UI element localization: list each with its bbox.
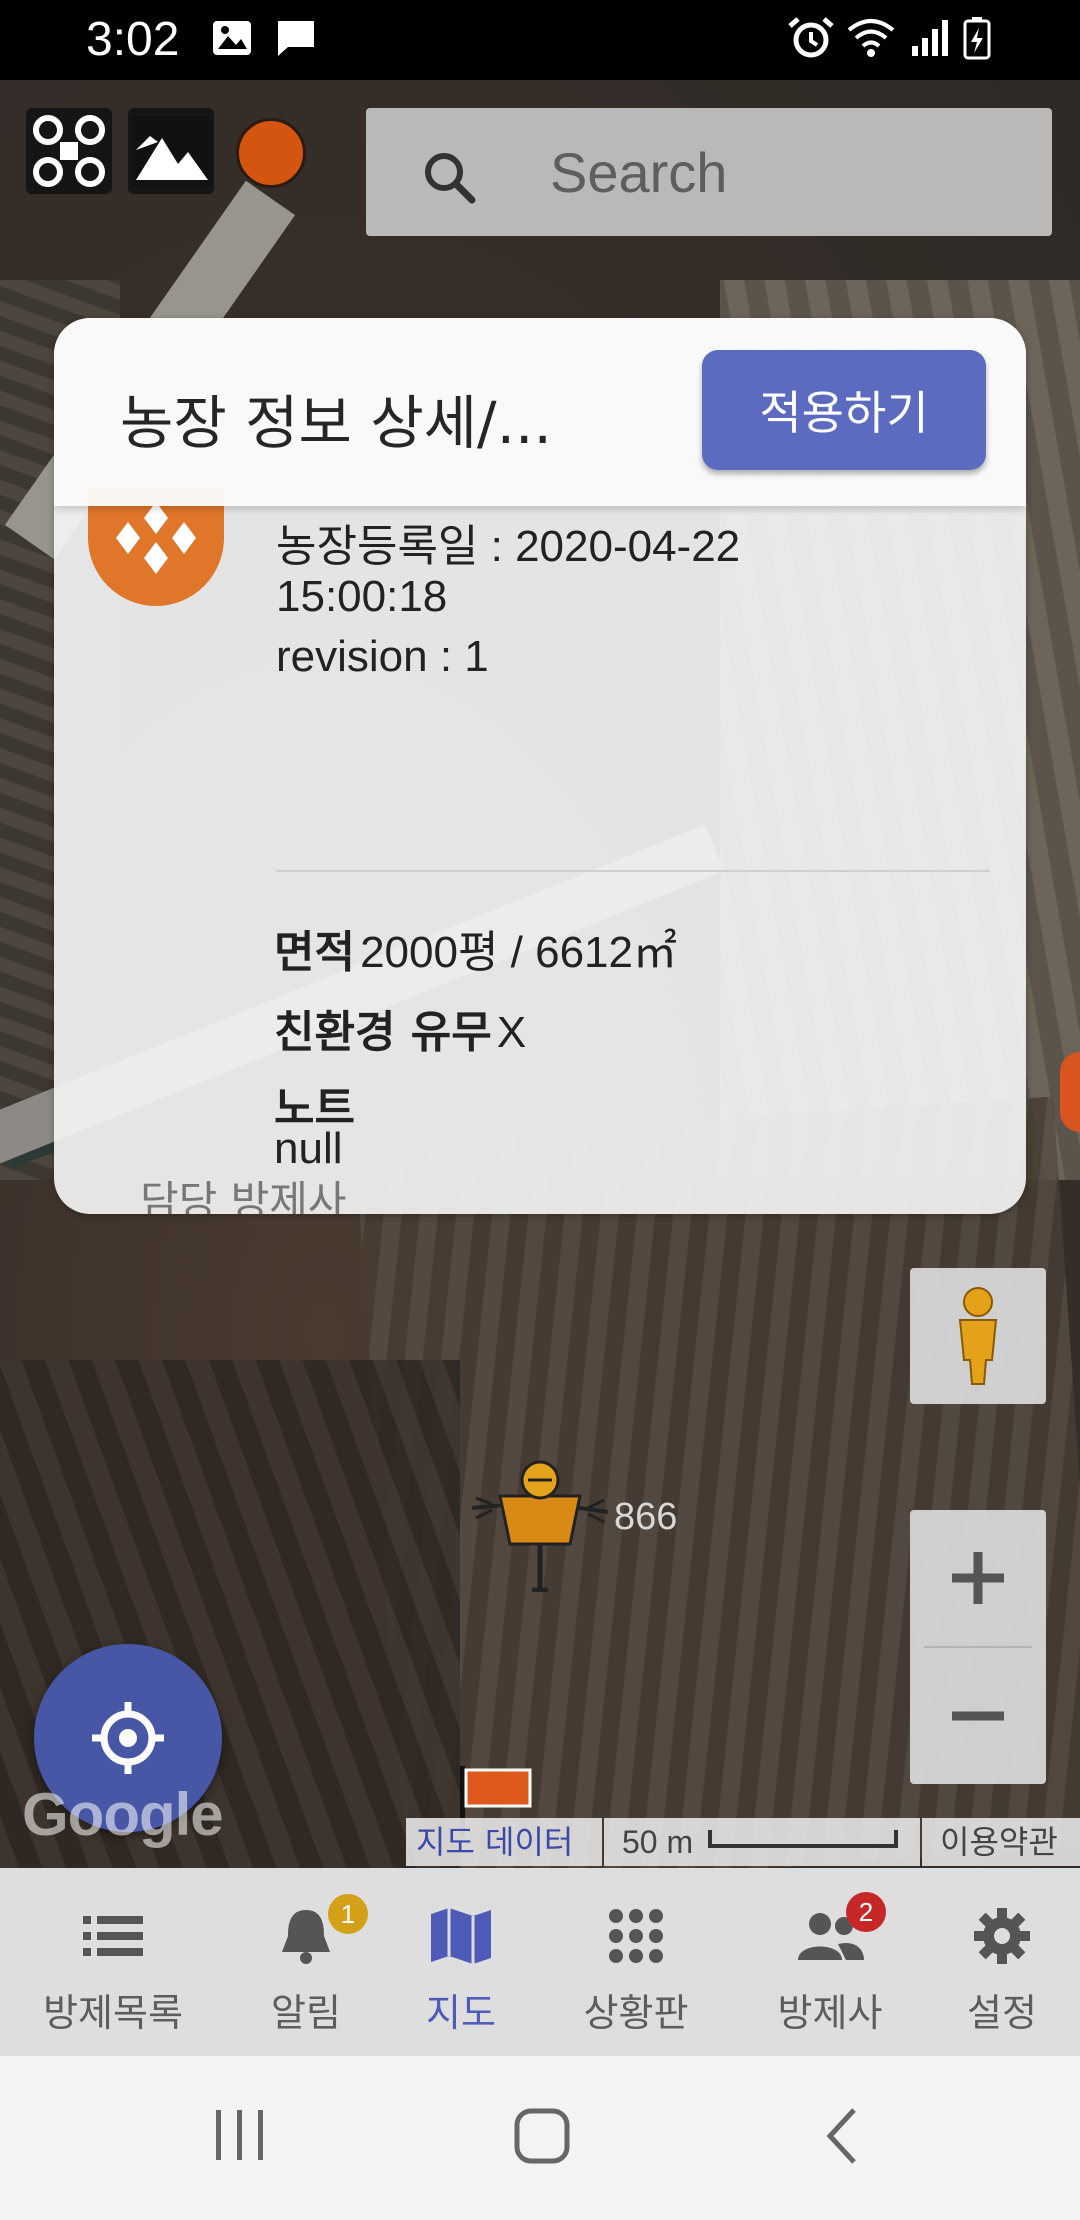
dialog-header: 농장 정보 상세/... 적용하기 <box>54 318 1026 506</box>
terrain-icon <box>132 116 210 186</box>
marker-label: 866 <box>614 1496 678 1538</box>
area-value: 2000평 / 6612㎡ <box>360 928 677 977</box>
back-icon[interactable] <box>822 2106 862 2166</box>
nav-item-alerts[interactable]: 1 알림 <box>226 1868 386 2056</box>
drone-icon <box>33 115 105 187</box>
map-marker-edge[interactable] <box>1060 1052 1080 1132</box>
zoom-controls <box>910 1510 1046 1784</box>
scale-bar-line <box>708 1830 898 1848</box>
image-notification-icon <box>213 21 251 55</box>
scale-bar: 50 m <box>604 1818 920 1866</box>
alerts-badge: 1 <box>328 1894 368 1934</box>
divider <box>276 870 990 872</box>
manager-label: 담당 방제사 <box>140 1177 347 1214</box>
grid-icon <box>609 1909 663 1963</box>
list-icon <box>83 1916 143 1956</box>
system-navigation-bar <box>0 2056 1080 2220</box>
signal-icon <box>912 20 948 56</box>
status-time: 3:02 <box>86 13 180 66</box>
minus-icon <box>952 1711 1004 1721</box>
revision-text: revision : 1 <box>276 632 489 681</box>
alarm-icon <box>788 17 834 58</box>
zoom-out-button[interactable] <box>910 1648 1046 1784</box>
area-label: 면적 <box>274 927 355 978</box>
eco-row: 친환경 유무 X <box>274 996 526 1060</box>
nav-label: 방제목록 <box>43 1991 183 2035</box>
record-button[interactable] <box>236 118 306 188</box>
drone-mode-button[interactable] <box>26 108 112 194</box>
gear-icon <box>974 1908 1030 1964</box>
message-notification-icon <box>278 21 314 56</box>
farm-detail-dialog: 농장 정보 상세/... 적용하기 농장등록일 : 2020-04-22 15:… <box>54 318 1026 1214</box>
nav-item-dashboard[interactable]: 상황판 <box>536 1868 736 2056</box>
nav-label: 방제사 <box>777 1991 883 2035</box>
nav-item-map[interactable]: 지도 <box>386 1868 536 2056</box>
nav-label: 지도 <box>426 1991 496 2035</box>
eco-label: 친환경 유무 <box>274 1007 492 1058</box>
status-bar: 3:02 <box>0 0 1080 80</box>
google-logo: Google <box>22 1781 224 1848</box>
dialog-body[interactable]: 농장등록일 : 2020-04-22 15:00:18 revision : 1… <box>54 468 1026 1214</box>
map-data-link[interactable]: 지도 데이터 <box>406 1818 602 1866</box>
street-view-button[interactable] <box>910 1268 1046 1404</box>
nav-label: 설정 <box>967 1991 1037 2035</box>
plus-icon <box>952 1552 1004 1604</box>
search-input[interactable] <box>550 130 1030 214</box>
area-row: 면적 2000평 / 6612㎡ <box>274 916 677 980</box>
note-value-row: null <box>274 1124 343 1174</box>
terms-link[interactable]: 이용약관 <box>922 1818 1080 1866</box>
pegman-icon <box>958 1287 998 1385</box>
note-value: null <box>274 1124 343 1173</box>
scarecrow-marker-icon[interactable] <box>470 1452 610 1592</box>
nav-item-control-list[interactable]: 방제목록 <box>0 1868 226 2056</box>
home-icon[interactable] <box>512 2106 572 2166</box>
search-icon <box>425 153 476 204</box>
apply-button[interactable]: 적용하기 <box>702 350 986 470</box>
nav-item-operators[interactable]: 2 방제사 <box>736 1868 924 2056</box>
recent-apps-icon[interactable] <box>210 2108 270 2162</box>
wifi-icon <box>847 19 895 57</box>
map-icon <box>431 1908 491 1964</box>
registered-date: 농장등록일 : 2020-04-22 <box>276 522 741 571</box>
eco-value: X <box>496 1008 527 1057</box>
nav-item-settings[interactable]: 설정 <box>924 1868 1080 2056</box>
terrain-mode-button[interactable] <box>128 108 214 194</box>
nav-label: 알림 <box>271 1991 341 2035</box>
nav-label: 상황판 <box>583 1991 689 2035</box>
battery-icon <box>963 17 991 60</box>
dialog-title: 농장 정보 상세/... <box>120 389 552 457</box>
scale-label: 50 m <box>622 1824 694 1860</box>
registered-time: 15:00:18 <box>276 572 448 621</box>
bottom-navigation: 방제목록 1 알림 지도 상황판 2 방제사 설정 <box>0 1868 1080 2056</box>
operators-badge: 2 <box>846 1892 886 1932</box>
zoom-in-button[interactable] <box>910 1510 1046 1646</box>
